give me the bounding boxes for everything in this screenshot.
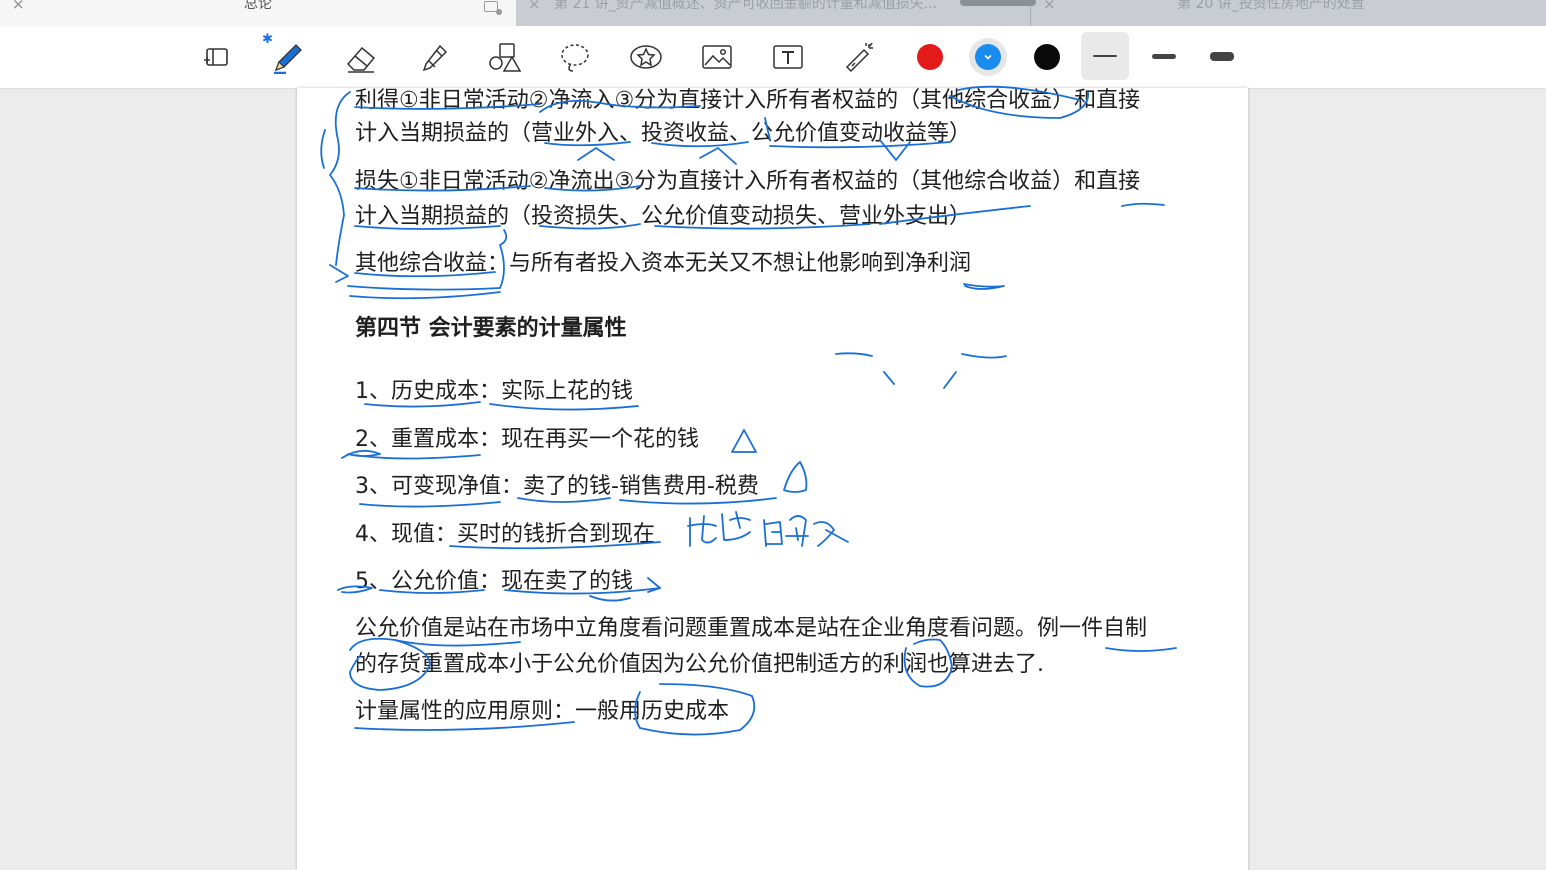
- text-line: 利得①非日常活动②净流入③分为直接计入所有者权益的（其他综合收益）和直接: [355, 88, 1141, 113]
- tool-bar: ✱: [0, 26, 1546, 89]
- stroke-medium-button[interactable]: [1140, 32, 1188, 80]
- tab-title: 总论: [244, 0, 272, 12]
- page-layout-icon[interactable]: [198, 38, 236, 76]
- stroke-thick-button[interactable]: [1198, 32, 1246, 80]
- split-view-icon[interactable]: [484, 1, 502, 15]
- laser-pointer-icon[interactable]: [840, 38, 878, 76]
- close-tab-icon[interactable]: ×: [12, 0, 25, 13]
- lasso-icon[interactable]: [556, 38, 594, 76]
- pen-icon[interactable]: [268, 38, 306, 76]
- tab-general[interactable]: × 总论: [0, 0, 516, 26]
- text-box-icon[interactable]: [769, 38, 807, 76]
- stroke-thin-button[interactable]: [1081, 32, 1129, 80]
- tab-lecture-20[interactable]: × 第 20 讲_投资性房地产的处置: [1031, 0, 1546, 26]
- tab-title: 第 21 讲_资产减值概述、资产可收回金额的计量和减值损失...: [554, 0, 938, 12]
- text-line: 计入当期损益的（投资损失、公允价值变动损失、营业外支出）: [355, 204, 972, 229]
- tab-bar: × 总论 × 第 21 讲_资产减值概述、资产可收回金额的计量和减值损失... …: [0, 0, 1546, 26]
- text-line: 其他综合收益：与所有者投入资本无关又不想让他影响到净利润: [355, 251, 972, 276]
- text-line: 公允价值是站在市场中立角度看问题重置成本是站在企业角度看问题。例一件自制: [355, 616, 1148, 641]
- text-line: 的存货重置成本小于公允价值因为公允价值把制适方的利润也算进去了.: [355, 652, 1044, 677]
- list-item: 2、重置成本：现在再买一个花的钱: [355, 427, 699, 452]
- drag-handle[interactable]: [960, 0, 1036, 6]
- section-heading: 第四节 会计要素的计量属性: [355, 316, 627, 341]
- tab-title: 第 20 讲_投资性房地产的处置: [1177, 0, 1365, 12]
- tab-lecture-21[interactable]: × 第 21 讲_资产减值概述、资产可收回金额的计量和减值损失...: [516, 0, 1030, 26]
- close-tab-icon[interactable]: ×: [528, 0, 541, 13]
- shapes-icon[interactable]: [485, 38, 523, 76]
- app-window: × 总论 × 第 21 讲_资产减值概述、资产可收回金额的计量和减值损失... …: [0, 0, 1546, 870]
- text-line: 计量属性的应用原则：一般用历史成本: [355, 699, 730, 724]
- document-page[interactable]: 利得①非日常活动②净流入③分为直接计入所有者权益的（其他综合收益）和直接 计入当…: [297, 88, 1248, 870]
- close-tab-icon[interactable]: ×: [1043, 0, 1056, 13]
- list-item: 4、现值：买时的钱折合到现在: [355, 522, 655, 547]
- sticker-icon[interactable]: [627, 38, 665, 76]
- text-line: 损失①非日常活动②净流出③分为直接计入所有者权益的（其他综合收益）和直接: [355, 169, 1141, 194]
- chevron-down-icon: [984, 54, 992, 60]
- highlighter-icon[interactable]: [414, 38, 452, 76]
- color-red-swatch[interactable]: [917, 44, 943, 70]
- eraser-icon[interactable]: [342, 38, 380, 76]
- color-blue-swatch[interactable]: [975, 44, 1001, 70]
- color-black-swatch[interactable]: [1034, 44, 1060, 70]
- list-item: 5、公允价值：现在卖了的钱: [355, 569, 633, 594]
- list-item: 3、可变现净值：卖了的钱-销售费用-税费: [355, 474, 759, 499]
- list-item: 1、历史成本：实际上花的钱: [355, 379, 633, 404]
- image-icon[interactable]: [698, 38, 736, 76]
- text-line: 计入当期损益的（营业外入、投资收益、公允价值变动收益等）: [355, 121, 972, 146]
